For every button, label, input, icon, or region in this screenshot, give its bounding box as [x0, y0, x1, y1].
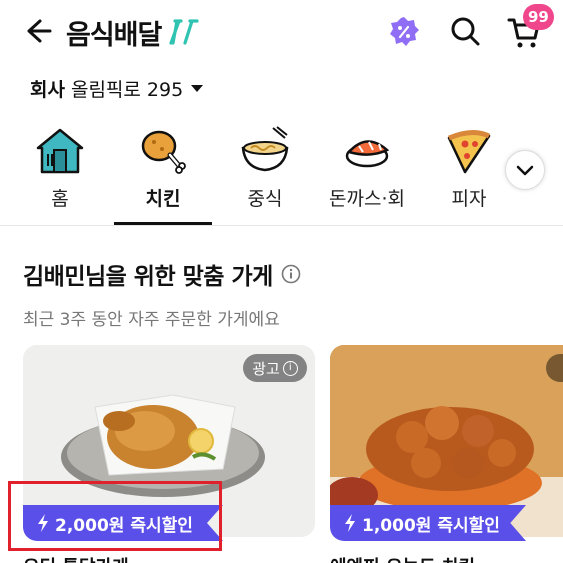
app-logo: 음식배달 — [66, 12, 201, 52]
search-icon[interactable] — [448, 14, 482, 48]
active-tab-indicator — [114, 222, 212, 225]
discount-text: 1,000원 즉시할인 — [362, 515, 500, 536]
expand-categories-button[interactable] — [505, 150, 545, 190]
home-icon — [36, 128, 84, 174]
sushi-icon — [345, 140, 390, 168]
info-icon[interactable] — [281, 264, 301, 284]
tab-label: 피자 — [451, 188, 487, 210]
caret-down-icon — [191, 84, 204, 92]
app-title: 음식배달 — [66, 19, 162, 51]
chevron-down-icon — [516, 165, 534, 176]
spoon-fork-icon — [169, 19, 199, 45]
address-label: 회사 — [30, 78, 65, 101]
tab-label: 중식 — [247, 188, 283, 210]
section-subtitle: 최근 3주 동안 자주 주문한 가게에요 — [23, 310, 280, 330]
cart-count-badge: 99 — [523, 4, 554, 30]
address-selector[interactable]: 회사 올림픽로 295 — [30, 74, 204, 102]
highlight-box — [8, 481, 222, 551]
tab-pizza[interactable]: 피자 — [420, 118, 518, 226]
section-title: 김배민님을 위한 맞춤 가게 — [23, 264, 273, 290]
chicken-icon — [141, 130, 186, 174]
lightning-icon — [345, 514, 355, 532]
address-value: 올림픽로 295 — [70, 78, 184, 101]
tab-label: 홈 — [51, 188, 69, 210]
store-name[interactable]: 에엔피 오늘도 치킨 — [330, 553, 475, 563]
ad-label: 광고 — [252, 359, 280, 378]
back-arrow-icon[interactable] — [20, 14, 54, 48]
tab-chicken[interactable]: 치킨 — [114, 118, 212, 226]
category-tabs: 홈 치킨 중식 돈까스·회 피자 — [0, 118, 563, 226]
ad-badge[interactable]: 광고 i — [243, 354, 307, 382]
tab-label: 돈까스·회 — [329, 188, 405, 210]
coupon-icon[interactable] — [387, 15, 421, 49]
tab-chinese[interactable]: 중식 — [216, 118, 314, 226]
top-bar: 음식배달 99 — [0, 0, 563, 64]
tab-cutlet-sashimi[interactable]: 돈까스·회 — [318, 118, 416, 226]
info-icon: i — [282, 360, 298, 376]
section-header: 김배민님을 위한 맞춤 가게 — [23, 257, 301, 291]
tab-label: 치킨 — [145, 188, 181, 210]
discount-badge: 1,000원 즉시할인 — [330, 505, 526, 541]
pizza-icon — [447, 130, 491, 174]
store-name[interactable]: 오딘 통닭가게 — [23, 553, 129, 563]
noodle-bowl-icon — [241, 126, 289, 172]
tab-home[interactable]: 홈 — [11, 118, 109, 226]
